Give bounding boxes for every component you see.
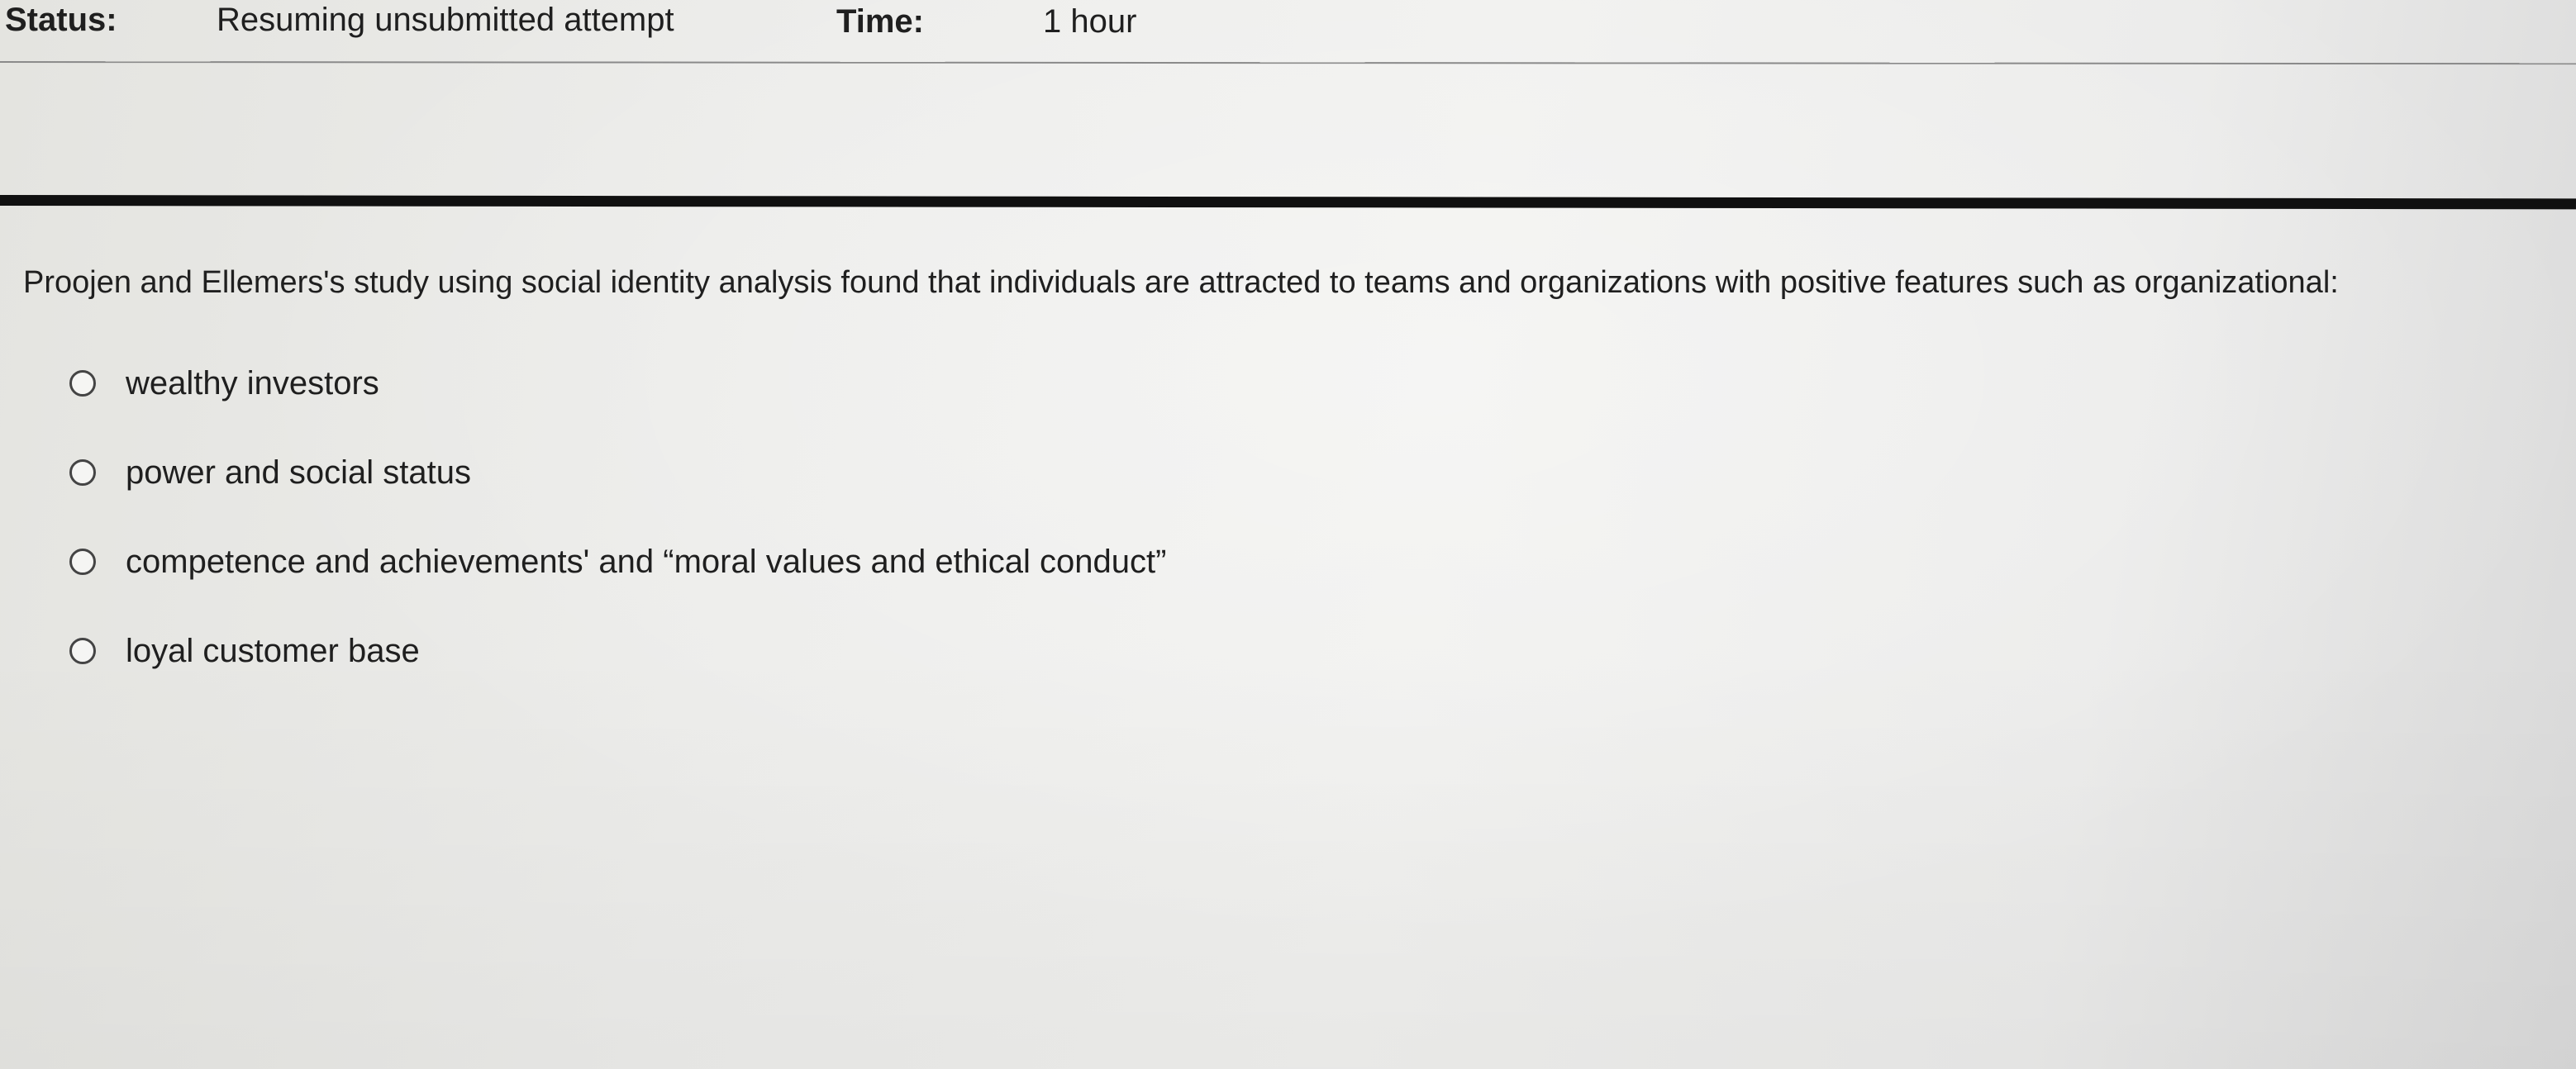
answer-option-label: power and social status <box>126 454 472 491</box>
question-top-divider <box>0 195 2576 210</box>
quiz-page: { "status_bar": { "status_label": "Statu… <box>0 0 2576 1069</box>
radio-button[interactable] <box>69 459 96 486</box>
background-shade <box>0 0 2576 1069</box>
time-label: Time: <box>836 3 924 40</box>
radio-button[interactable] <box>69 549 96 575</box>
answer-option-label: loyal customer base <box>126 633 420 669</box>
status-value: Resuming unsubmitted attempt <box>217 2 674 38</box>
radio-button[interactable] <box>69 638 96 664</box>
time-value: 1 hour <box>1043 3 1137 40</box>
answer-option-wealthy-investors[interactable]: wealthy investors <box>69 363 379 403</box>
answer-option-label: competence and achievements' and “moral … <box>126 544 1167 580</box>
answer-option-competence-moral-values[interactable]: competence and achievements' and “moral … <box>69 542 1166 582</box>
radio-button[interactable] <box>69 370 96 397</box>
answer-option-loyal-customer-base[interactable]: loyal customer base <box>69 631 420 671</box>
question-text: Proojen and Ellemers's study using socia… <box>23 265 2339 300</box>
answer-option-power-social-status[interactable]: power and social status <box>69 453 471 492</box>
status-bar: Status: Resuming unsubmitted attempt Tim… <box>0 0 2576 66</box>
answer-option-label: wealthy investors <box>126 365 379 401</box>
status-label: Status: <box>5 2 117 38</box>
